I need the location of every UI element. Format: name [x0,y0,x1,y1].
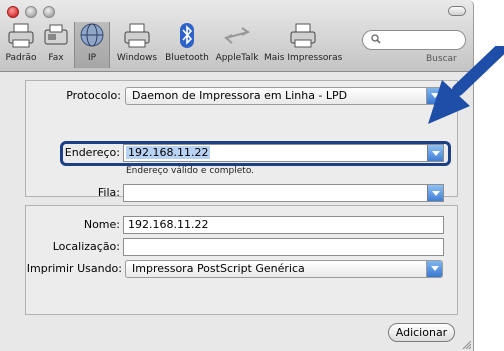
minimize-window-button[interactable] [25,6,37,18]
close-window-button[interactable] [7,6,19,18]
queue-label: Fila: [97,186,120,199]
print-using-popup[interactable]: Impressora PostScript Genérica [125,260,443,278]
windows-printer-icon [122,22,152,50]
name-label: Nome: [83,218,120,231]
toolbar-item-bluetooth[interactable]: Bluetooth [163,22,211,68]
resize-grip-icon[interactable] [461,339,471,349]
fax-icon [41,22,71,50]
chevron-updown-icon [426,261,442,277]
toolbar-item-label: AppleTalk [215,53,259,63]
toolbar-item-label: Bluetooth [165,53,209,63]
search-icon [371,34,381,44]
appletalk-icon [222,22,252,50]
toolbar-item-more-printers[interactable]: Mais Impressoras [264,22,342,68]
name-field[interactable]: 192.168.11.22 [123,216,444,234]
toolbar-item-label: Windows [116,53,158,63]
toolbar-item-default[interactable]: Padrão [4,22,38,68]
callout-arrow-icon [428,46,504,124]
address-field[interactable]: 192.168.11.22 [123,144,444,162]
zoom-window-button[interactable] [43,6,55,18]
toolbar-item-windows[interactable]: Windows [114,22,160,68]
bluetooth-icon [172,22,202,50]
protocol-value: Daemon de Impressora em Linha - LPD [132,89,348,102]
print-using-label: Imprimir Usando: [26,262,122,275]
printer-icon [6,22,36,50]
toolbar-item-ip[interactable]: IP [74,22,110,68]
print-using-value: Impressora PostScript Genérica [132,262,305,275]
location-field[interactable] [123,238,444,256]
toolbar-item-label: Mais Impressoras [264,53,343,63]
printer-browser-window: Padrão Fax IP Windows Bluetooth AppleTal… [0,0,474,351]
queue-field[interactable] [123,184,444,202]
protocol-popup[interactable]: Daemon de Impressora em Linha - LPD [125,87,443,105]
ip-globe-icon [77,22,107,50]
address-hint: Endereço válido e completo. [126,166,255,176]
more-printers-icon [288,22,318,50]
toolbar: Padrão Fax IP Windows Bluetooth AppleTal… [0,0,473,72]
toolbar-item-fax[interactable]: Fax [40,22,72,68]
location-label: Localização: [52,240,120,253]
toolbar-item-label: Padrão [5,53,37,63]
name-value: 192.168.11.22 [128,218,209,231]
chevron-down-icon [427,145,443,161]
toolbar-item-appletalk[interactable]: AppleTalk [212,22,262,68]
protocol-label: Protocolo: [66,89,121,102]
address-label: Endereço: [64,146,120,159]
toolbar-item-label: IP [87,53,97,63]
toolbar-item-label: Fax [48,53,64,63]
toolbar-toggle-button[interactable] [448,6,466,16]
add-button[interactable]: Adicionar [388,323,455,342]
address-value: 192.168.11.22 [126,146,211,159]
chevron-down-icon [427,185,443,201]
